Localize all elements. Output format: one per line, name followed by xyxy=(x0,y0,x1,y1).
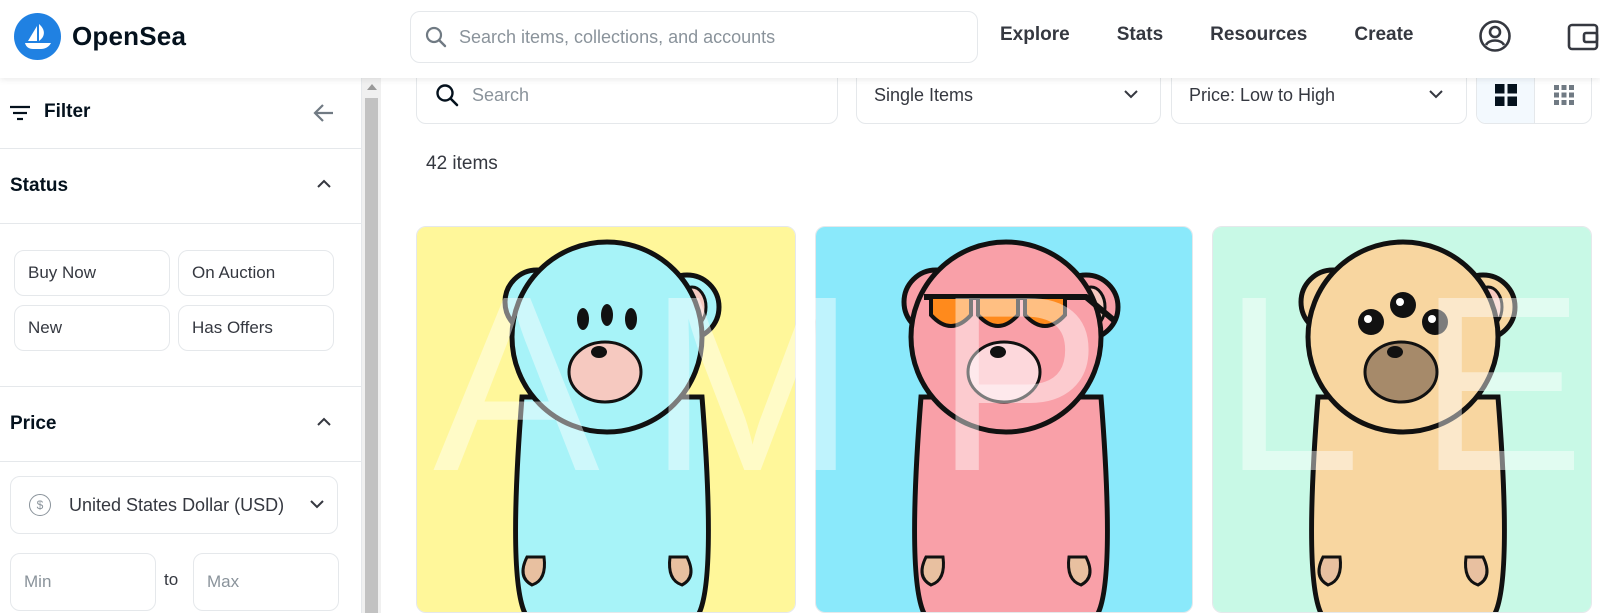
price-max-input[interactable]: Max xyxy=(193,553,339,611)
pink-bear-card[interactable] xyxy=(815,226,1193,613)
collapse-sidebar-arrow-icon[interactable] xyxy=(312,101,336,125)
blue-bear-card[interactable] xyxy=(416,226,796,613)
status-on-auction[interactable]: On Auction xyxy=(178,250,334,296)
currency-value: United States Dollar (USD) xyxy=(69,495,285,515)
item-type-value: Single Items xyxy=(874,85,974,105)
global-search-input[interactable]: Search items, collections, and accounts xyxy=(410,11,978,63)
scrollbar-thumb[interactable] xyxy=(365,98,378,613)
price-label: Price xyxy=(10,413,57,434)
dollar-icon: $ xyxy=(29,494,51,516)
filter-header: Filter xyxy=(0,78,362,149)
status-new[interactable]: New xyxy=(14,305,170,351)
price-to-label: to xyxy=(164,570,179,589)
search-icon xyxy=(425,26,447,48)
sidebar-scrollbar[interactable] xyxy=(362,78,381,613)
search-icon xyxy=(436,84,459,107)
account-icon[interactable] xyxy=(1478,19,1512,58)
status-has-offers[interactable]: Has Offers xyxy=(178,305,334,351)
chevron-up-icon xyxy=(317,417,331,426)
wallet-icon[interactable] xyxy=(1566,20,1600,59)
status-section-header[interactable]: Status xyxy=(0,149,362,224)
nav-resources[interactable]: Resources xyxy=(1210,24,1307,46)
currency-select[interactable]: $ United States Dollar (USD) xyxy=(10,476,338,534)
status-buy-now[interactable]: Buy Now xyxy=(14,250,170,296)
status-options: Buy Now On Auction New Has Offers xyxy=(0,224,362,387)
price-min-input[interactable]: Min xyxy=(10,553,156,611)
filter-icon xyxy=(10,105,30,121)
items-search-placeholder: Search xyxy=(472,85,530,105)
nav-explore[interactable]: Explore xyxy=(1000,24,1070,46)
nav-create[interactable]: Create xyxy=(1354,24,1413,46)
price-section-header[interactable]: Price xyxy=(0,387,362,462)
boat-logo-icon xyxy=(14,13,61,60)
global-search-placeholder: Search items, collections, and accounts xyxy=(459,26,776,47)
opensea-logo[interactable]: OpenSea xyxy=(14,13,186,60)
chevron-up-icon xyxy=(317,179,331,188)
nav-stats[interactable]: Stats xyxy=(1117,24,1163,46)
chevron-down-icon xyxy=(1429,90,1443,99)
item-count: 42 items xyxy=(426,153,498,174)
status-label: Status xyxy=(10,175,69,196)
sort-value: Price: Low to High xyxy=(1189,85,1336,105)
top-navbar: OpenSea Search items, collections, and a… xyxy=(0,0,1600,78)
chevron-down-icon xyxy=(1124,90,1138,99)
filter-sidebar: Filter Status Buy Now On Auction New Has… xyxy=(0,78,362,613)
scroll-up-arrow-icon[interactable] xyxy=(367,84,377,90)
brand-name: OpenSea xyxy=(72,21,187,51)
chevron-down-icon xyxy=(310,500,324,509)
filter-label: Filter xyxy=(44,101,91,122)
tan-bear-card[interactable] xyxy=(1212,226,1592,613)
